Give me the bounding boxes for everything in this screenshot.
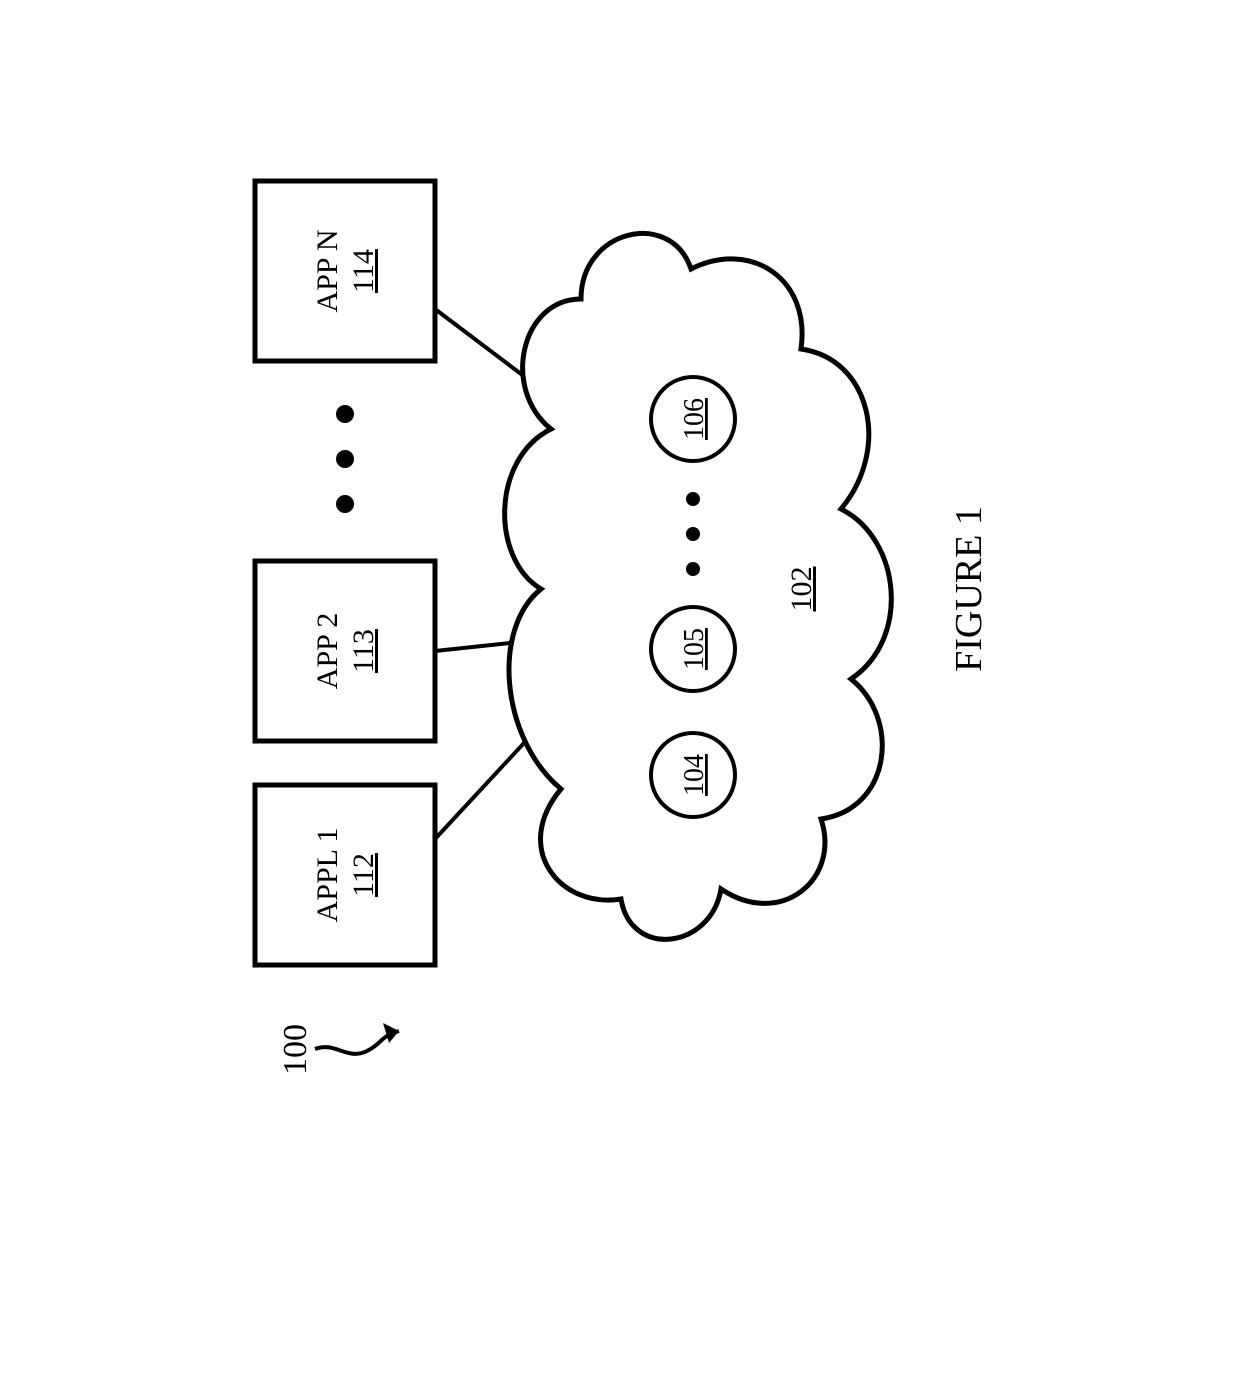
figure-ref-label: 100 <box>277 1024 314 1075</box>
cloud-node-3: 106 <box>651 377 735 461</box>
app-n-ref: 114 <box>347 249 380 293</box>
figure-caption: FIGURE 1 <box>948 506 990 672</box>
app-2-ref: 113 <box>347 629 380 673</box>
app-box-1: APPL 1 112 <box>255 785 435 965</box>
cloud-shape <box>505 233 892 939</box>
cloud-node-3-ref: 106 <box>679 398 710 440</box>
connector-app1-cloud <box>435 729 537 839</box>
ref-arrow-squiggle <box>315 1031 399 1054</box>
cloud-ref: 102 <box>785 567 818 612</box>
app-1-title: APPL 1 <box>311 828 344 923</box>
cloud-node-1-ref: 104 <box>679 754 710 796</box>
app-n-title: APP N <box>311 229 344 312</box>
app-box-2: APP 2 113 <box>255 561 435 741</box>
cloud-node-2-ref: 105 <box>679 628 710 670</box>
cloud-node-1: 104 <box>651 733 735 817</box>
app-box-n: APP N 114 <box>255 181 435 361</box>
apps-ellipsis <box>336 405 354 513</box>
app-2-title: APP 2 <box>311 613 344 689</box>
ref-arrow-head <box>383 1023 399 1043</box>
figure-1-diagram: 100 APPL 1 112 APP 2 113 APP N 114 <box>0 0 1240 1378</box>
app-1-ref: 112 <box>347 853 380 897</box>
cloud-node-2: 105 <box>651 607 735 691</box>
